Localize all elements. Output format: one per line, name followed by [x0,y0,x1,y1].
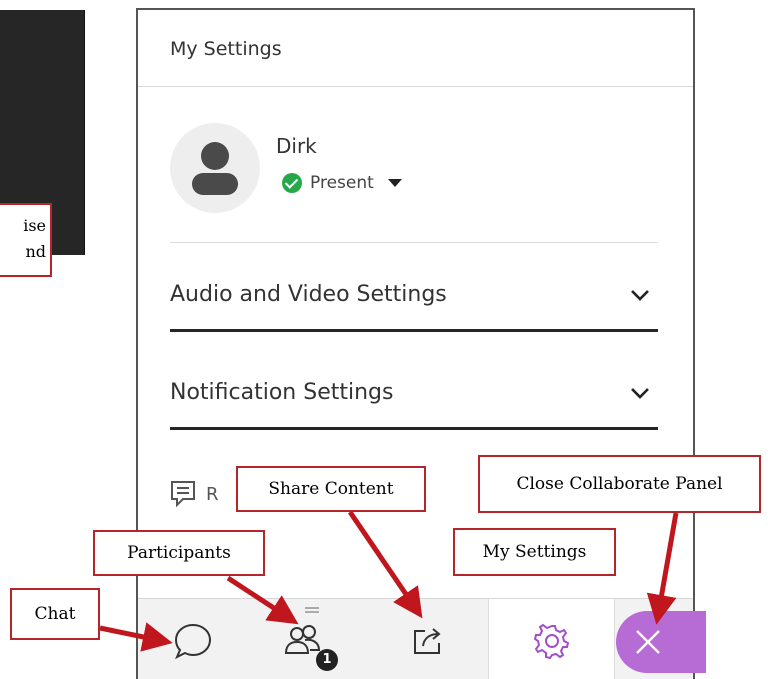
report-message-icon [171,481,195,508]
callout-close-panel: Close Collaborate Panel [478,455,761,513]
share-icon [414,627,441,654]
collaborate-toolbar: 1 [138,598,706,679]
chevron-down-icon [631,388,649,399]
audio-video-settings-section[interactable]: Audio and Video Settings [170,262,658,332]
callout-my-settings: My Settings [453,528,616,576]
avatar[interactable] [170,123,260,213]
background-callout-line2: nd [25,242,46,261]
my-settings-button[interactable] [488,599,615,679]
background-callout-line1: ise [23,216,46,235]
user-silhouette-icon [192,142,238,195]
notification-settings-section[interactable]: Notification Settings [170,360,658,430]
caret-down-icon [387,179,402,187]
gear-icon [533,623,569,659]
section-label-audio-video: Audio and Video Settings [170,282,447,307]
user-name: Dirk [276,134,317,158]
divider [170,242,658,243]
status-dropdown[interactable]: Present [282,173,402,193]
callout-participants: Participants [93,530,265,576]
status-label: Present [310,173,374,193]
close-icon [636,630,660,654]
chat-button[interactable] [138,599,248,679]
chevron-down-icon [631,290,649,301]
panel-title: My Settings [170,38,282,60]
report-issue-link[interactable]: R [170,480,219,508]
panel-header: My Settings [138,10,693,87]
participants-button[interactable] [248,599,358,679]
close-panel-button[interactable] [616,611,706,673]
background-callout: ise nd [0,203,52,277]
callout-chat: Chat [10,588,100,640]
section-label-notifications: Notification Settings [170,380,394,405]
my-settings-panel: My Settings Dirk Present Audio and Video… [136,8,706,679]
participants-count-badge: 1 [316,649,338,671]
share-content-button[interactable] [373,599,483,679]
report-label: R [206,483,219,505]
callout-share-content: Share Content [236,466,426,512]
present-check-icon [282,173,302,193]
chat-bubble-icon [174,623,212,659]
